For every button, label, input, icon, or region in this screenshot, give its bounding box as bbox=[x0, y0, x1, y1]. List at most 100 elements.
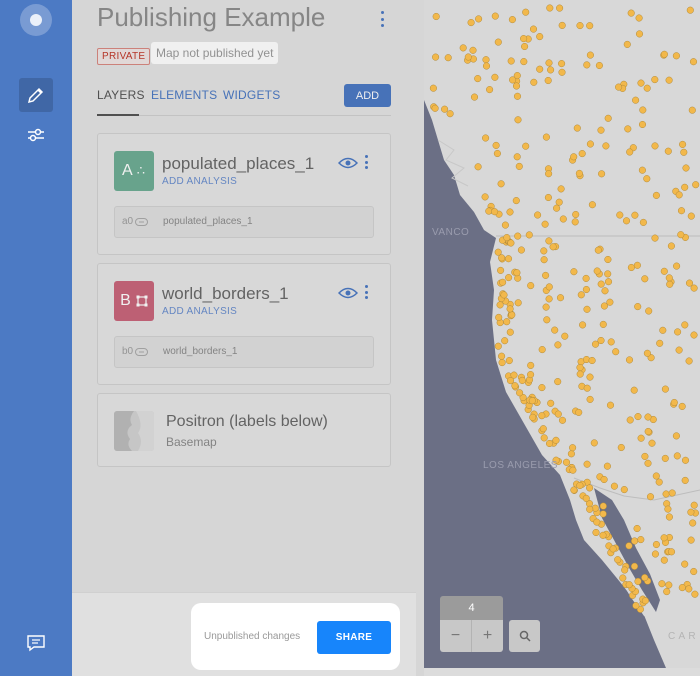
map-point-marker[interactable] bbox=[554, 378, 562, 386]
map-search-button[interactable] bbox=[509, 620, 540, 652]
map-point-marker[interactable] bbox=[625, 581, 633, 589]
map-point-marker[interactable] bbox=[690, 501, 698, 509]
map-point-marker[interactable] bbox=[664, 147, 672, 155]
map-point-marker[interactable] bbox=[583, 384, 591, 392]
map-point-marker[interactable] bbox=[681, 560, 689, 568]
map-point-marker[interactable] bbox=[586, 373, 594, 381]
map-point-marker[interactable] bbox=[637, 79, 645, 87]
map-point-marker[interactable] bbox=[604, 278, 613, 286]
map-point-marker[interactable] bbox=[651, 76, 659, 84]
map-point-marker[interactable] bbox=[506, 328, 514, 336]
map-point-marker[interactable] bbox=[558, 21, 566, 29]
map-point-marker[interactable] bbox=[639, 218, 647, 226]
map-point-marker[interactable] bbox=[664, 505, 672, 513]
settings-sliders-button[interactable] bbox=[19, 118, 53, 152]
map-point-marker[interactable] bbox=[681, 456, 690, 464]
map-point-marker[interactable] bbox=[575, 169, 583, 177]
map-point-marker[interactable] bbox=[644, 459, 652, 467]
map-point-marker[interactable] bbox=[536, 65, 544, 73]
map-point-marker[interactable] bbox=[576, 481, 584, 490]
map-point-marker[interactable] bbox=[685, 357, 693, 365]
map-point-marker[interactable] bbox=[513, 153, 521, 161]
map-point-marker[interactable] bbox=[538, 346, 546, 354]
layer-letter-badge[interactable]: B bbox=[114, 281, 154, 321]
map-point-marker[interactable] bbox=[586, 484, 594, 492]
map-point-marker[interactable] bbox=[599, 502, 607, 510]
map-point-marker[interactable] bbox=[625, 542, 633, 550]
map-point-marker[interactable] bbox=[482, 62, 491, 70]
map-point-marker[interactable] bbox=[561, 332, 569, 340]
map-point-marker[interactable] bbox=[516, 389, 524, 397]
map-point-marker[interactable] bbox=[692, 181, 700, 189]
map-point-marker[interactable] bbox=[556, 294, 565, 302]
map-point-marker[interactable] bbox=[522, 8, 530, 16]
map-point-marker[interactable] bbox=[668, 489, 676, 497]
layer-options-menu[interactable] bbox=[364, 155, 368, 169]
map-point-marker[interactable] bbox=[632, 96, 640, 104]
map-point-marker[interactable] bbox=[513, 269, 521, 277]
map-point-marker[interactable] bbox=[470, 93, 479, 101]
map-point-marker[interactable] bbox=[515, 162, 523, 170]
map-point-marker[interactable] bbox=[672, 52, 680, 60]
layer-source-row[interactable]: a0 populated_places_1 bbox=[114, 206, 374, 238]
map-point-marker[interactable] bbox=[687, 508, 695, 516]
map-point-marker[interactable] bbox=[660, 556, 668, 564]
map-point-marker[interactable] bbox=[643, 175, 651, 183]
map-point-marker[interactable] bbox=[652, 540, 660, 549]
map-point-marker[interactable] bbox=[459, 44, 467, 52]
map-point-marker[interactable] bbox=[681, 476, 689, 484]
map-point-marker[interactable] bbox=[527, 371, 535, 379]
map-point-marker[interactable] bbox=[638, 166, 646, 174]
map-point-marker[interactable] bbox=[583, 460, 591, 468]
map-point-marker[interactable] bbox=[586, 395, 594, 403]
map-point-marker[interactable] bbox=[643, 84, 651, 92]
map-point-marker[interactable] bbox=[644, 413, 652, 421]
map-point-marker[interactable] bbox=[662, 490, 670, 498]
map-point-marker[interactable] bbox=[681, 321, 689, 329]
map-point-marker[interactable] bbox=[586, 22, 594, 30]
page-title[interactable]: Publishing Example bbox=[97, 2, 325, 33]
map-point-marker[interactable] bbox=[690, 567, 698, 576]
layer-options-menu[interactable] bbox=[364, 285, 368, 299]
map-point-marker[interactable] bbox=[512, 197, 520, 205]
map-point-marker[interactable] bbox=[547, 66, 555, 74]
map-point-marker[interactable] bbox=[586, 51, 594, 59]
map-point-marker[interactable] bbox=[625, 356, 634, 364]
map-point-marker[interactable] bbox=[687, 536, 695, 544]
zoom-in-button[interactable]: + bbox=[472, 620, 503, 652]
map-point-marker[interactable] bbox=[499, 278, 507, 286]
map-point-marker[interactable] bbox=[542, 271, 550, 279]
map-point-marker[interactable] bbox=[541, 220, 549, 228]
zoom-out-button[interactable]: − bbox=[440, 620, 472, 652]
map-point-marker[interactable] bbox=[603, 462, 611, 470]
map-point-marker[interactable] bbox=[571, 218, 579, 226]
map-point-marker[interactable] bbox=[554, 341, 562, 349]
map-point-marker[interactable] bbox=[678, 402, 686, 410]
map-point-marker[interactable] bbox=[545, 237, 553, 245]
map-point-marker[interactable] bbox=[634, 413, 642, 421]
eye-icon[interactable] bbox=[338, 156, 358, 170]
layer-card[interactable]: B world_borders_1 ADD ANALYSIS b0 world_… bbox=[97, 263, 391, 385]
map-point-marker[interactable] bbox=[582, 285, 590, 294]
map-point-marker[interactable] bbox=[538, 412, 546, 420]
privacy-badge[interactable]: PRIVATE bbox=[97, 48, 151, 65]
map-point-marker[interactable] bbox=[641, 597, 649, 605]
map-point-marker[interactable] bbox=[604, 270, 612, 278]
map-point-marker[interactable] bbox=[545, 283, 553, 291]
map-point-marker[interactable] bbox=[592, 528, 600, 537]
map-point-marker[interactable] bbox=[545, 439, 554, 448]
map-point-marker[interactable] bbox=[518, 376, 526, 384]
map-point-marker[interactable] bbox=[606, 401, 615, 409]
map-point-marker[interactable] bbox=[544, 76, 552, 85]
map-point-marker[interactable] bbox=[660, 50, 668, 58]
map-point-marker[interactable] bbox=[474, 163, 482, 171]
map-point-marker[interactable] bbox=[660, 267, 668, 275]
map-point-marker[interactable] bbox=[689, 58, 698, 66]
edit-pencil-button[interactable] bbox=[19, 78, 53, 112]
map-point-marker[interactable] bbox=[486, 86, 494, 94]
map-point-marker[interactable] bbox=[652, 472, 660, 480]
layer-name[interactable]: world_borders_1 bbox=[162, 284, 289, 304]
map-point-marker[interactable] bbox=[496, 301, 504, 309]
tab-widgets[interactable]: WIDGETS bbox=[223, 88, 280, 102]
map-point-marker[interactable] bbox=[547, 399, 555, 407]
